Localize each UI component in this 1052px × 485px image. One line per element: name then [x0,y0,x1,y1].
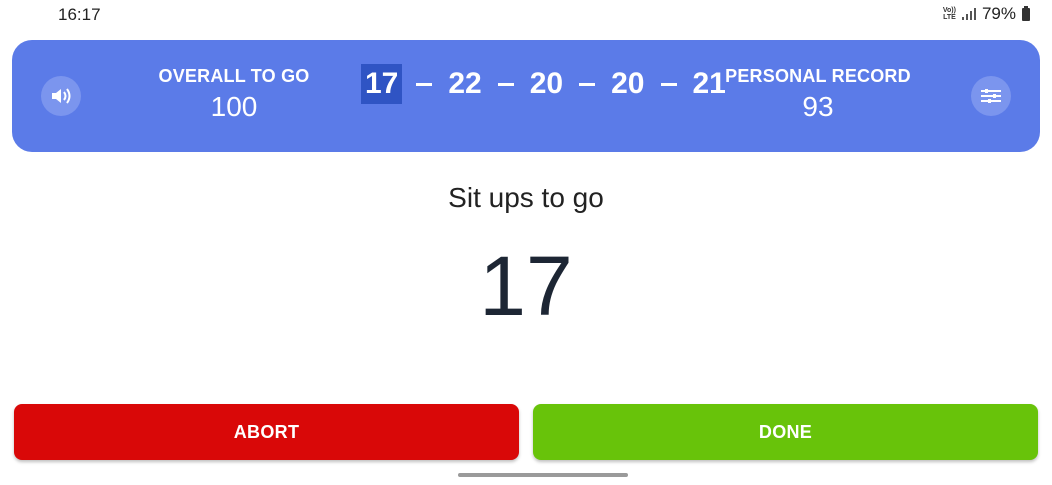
set-item: 20 [611,67,645,100]
home-indicator[interactable] [458,473,628,477]
exercise-prompt: Sit ups to go [448,182,604,213]
record-value: 93 [802,91,834,122]
status-time: 16:17 [58,5,101,24]
status-indicators: Vo)) LTE 79% [943,4,1030,24]
abort-button[interactable]: ABORT [14,404,519,460]
reps-counter: 17 [479,239,573,333]
set-separator [660,82,677,86]
sliders-icon [981,89,1001,103]
set-item: 20 [529,67,564,100]
signal-icon [961,8,976,20]
done-button[interactable]: DONE [533,404,1038,460]
record-label: PERSONAL RECORD [725,66,911,86]
battery-percent: 79% [981,4,1016,23]
volte-icon: Vo)) LTE [942,7,956,21]
set-item: 22 [448,67,482,100]
done-label: DONE [758,421,813,442]
status-bar: 16:17 Vo)) LTE 79% [0,0,1052,28]
set-separator [416,82,433,86]
overall-value: 100 [210,91,258,122]
sound-button[interactable] [41,76,81,116]
set-current: 17 [361,64,403,104]
set-separator [579,82,596,86]
battery-icon [1022,5,1030,21]
set-separator [497,82,514,86]
personal-record: PERSONAL RECORD 93 [722,66,914,123]
overall-label: OVERALL TO GO [158,66,310,86]
workout-header: OVERALL TO GO 100 17 22 20 20 21 PERSONA… [12,40,1040,152]
settings-button[interactable] [971,76,1011,116]
set-sequence: 17 22 20 20 21 [361,64,728,104]
abort-label: ABORT [233,421,300,442]
speaker-icon [52,88,71,104]
overall-to-go: OVERALL TO GO 100 [157,66,311,123]
